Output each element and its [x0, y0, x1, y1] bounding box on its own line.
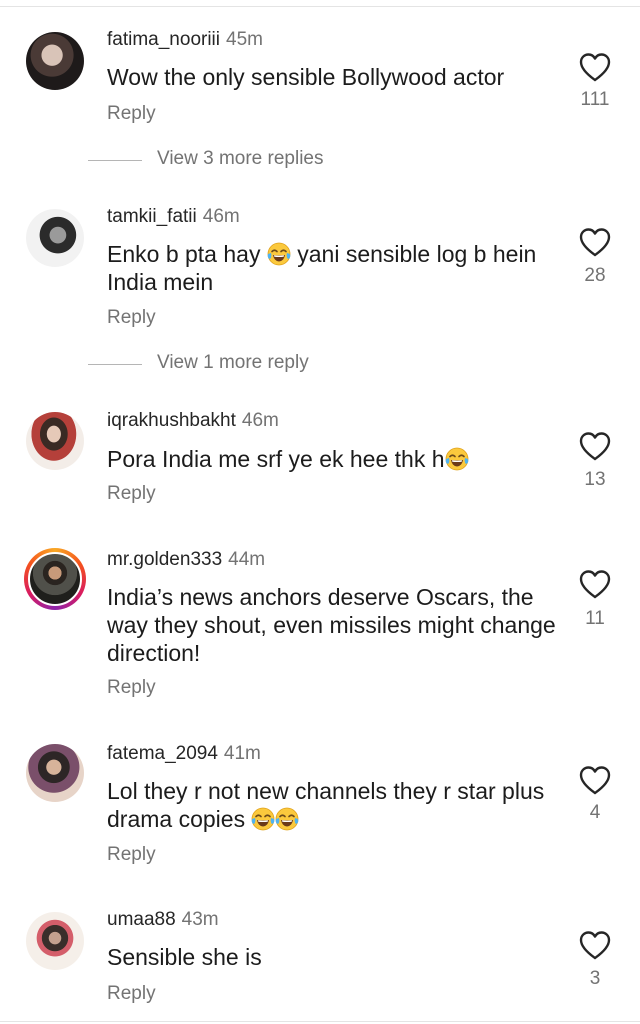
- comment-time: 45m: [226, 29, 263, 50]
- heart-icon[interactable]: [578, 226, 612, 258]
- comment-username[interactable]: mr.golden333: [107, 549, 222, 570]
- avatar[interactable]: [24, 30, 86, 92]
- comment-text: Sensible she is: [107, 944, 262, 970]
- comment-text: Pora India me srf ye ek hee thk h: [107, 445, 557, 473]
- avatar[interactable]: [24, 410, 86, 472]
- bottom-divider: [0, 1021, 640, 1022]
- avatar[interactable]: [24, 548, 86, 610]
- comment-username[interactable]: tamkii_fatii: [107, 206, 197, 227]
- comment-text: Enko b pta hay yani sensible log b hein …: [107, 241, 537, 295]
- reply-button[interactable]: Reply: [107, 677, 156, 699]
- avatar[interactable]: [24, 742, 86, 804]
- laughing-emoji-icon: [251, 807, 275, 831]
- reply-button[interactable]: Reply: [107, 483, 156, 505]
- comment-time: 46m: [202, 206, 240, 227]
- comment-text: India’s news anchors deserve Oscars, the…: [107, 584, 556, 666]
- heart-icon[interactable]: [578, 430, 612, 462]
- comment-text: Wow the only sensible Bollywood actor: [107, 64, 505, 90]
- replies-divider: [88, 160, 142, 161]
- heart-icon[interactable]: [578, 929, 612, 961]
- comment-time: 44m: [228, 549, 266, 570]
- comment-username[interactable]: fatema_2094: [107, 743, 218, 764]
- avatar[interactable]: [24, 207, 86, 269]
- reply-button[interactable]: Reply: [107, 307, 156, 329]
- reply-button[interactable]: Reply: [107, 103, 156, 125]
- comment-time: 46m: [241, 410, 279, 431]
- comment-text: Lol they r not new channels they r star …: [107, 778, 545, 832]
- like-count: 11: [585, 608, 605, 629]
- reply-button[interactable]: Reply: [107, 983, 156, 1005]
- comment-username[interactable]: umaa88: [107, 909, 176, 930]
- replies-divider: [88, 364, 142, 365]
- reply-button[interactable]: Reply: [107, 844, 156, 866]
- heart-icon[interactable]: [578, 764, 612, 796]
- laughing-emoji-icon: [267, 242, 291, 266]
- like-count: 28: [584, 265, 606, 286]
- avatar[interactable]: [24, 910, 86, 972]
- like-count: 3: [589, 968, 601, 989]
- heart-icon[interactable]: [578, 51, 612, 83]
- like-count: 13: [584, 469, 606, 490]
- view-more-replies-label: View 3 more replies: [157, 148, 324, 169]
- like-count: 111: [580, 89, 610, 110]
- comment-time: 41m: [223, 743, 261, 764]
- top-divider: [0, 6, 640, 7]
- view-more-replies-label: View 1 more reply: [157, 352, 309, 373]
- comment-username[interactable]: iqrakhushbakht: [107, 410, 236, 431]
- laughing-emoji-icon: [445, 447, 469, 471]
- like-count: 4: [589, 802, 601, 823]
- laughing-emoji-icon: [275, 807, 299, 831]
- comment-username[interactable]: fatima_nooriii: [107, 29, 220, 50]
- comment-time: 43m: [181, 909, 219, 930]
- heart-icon[interactable]: [578, 568, 612, 600]
